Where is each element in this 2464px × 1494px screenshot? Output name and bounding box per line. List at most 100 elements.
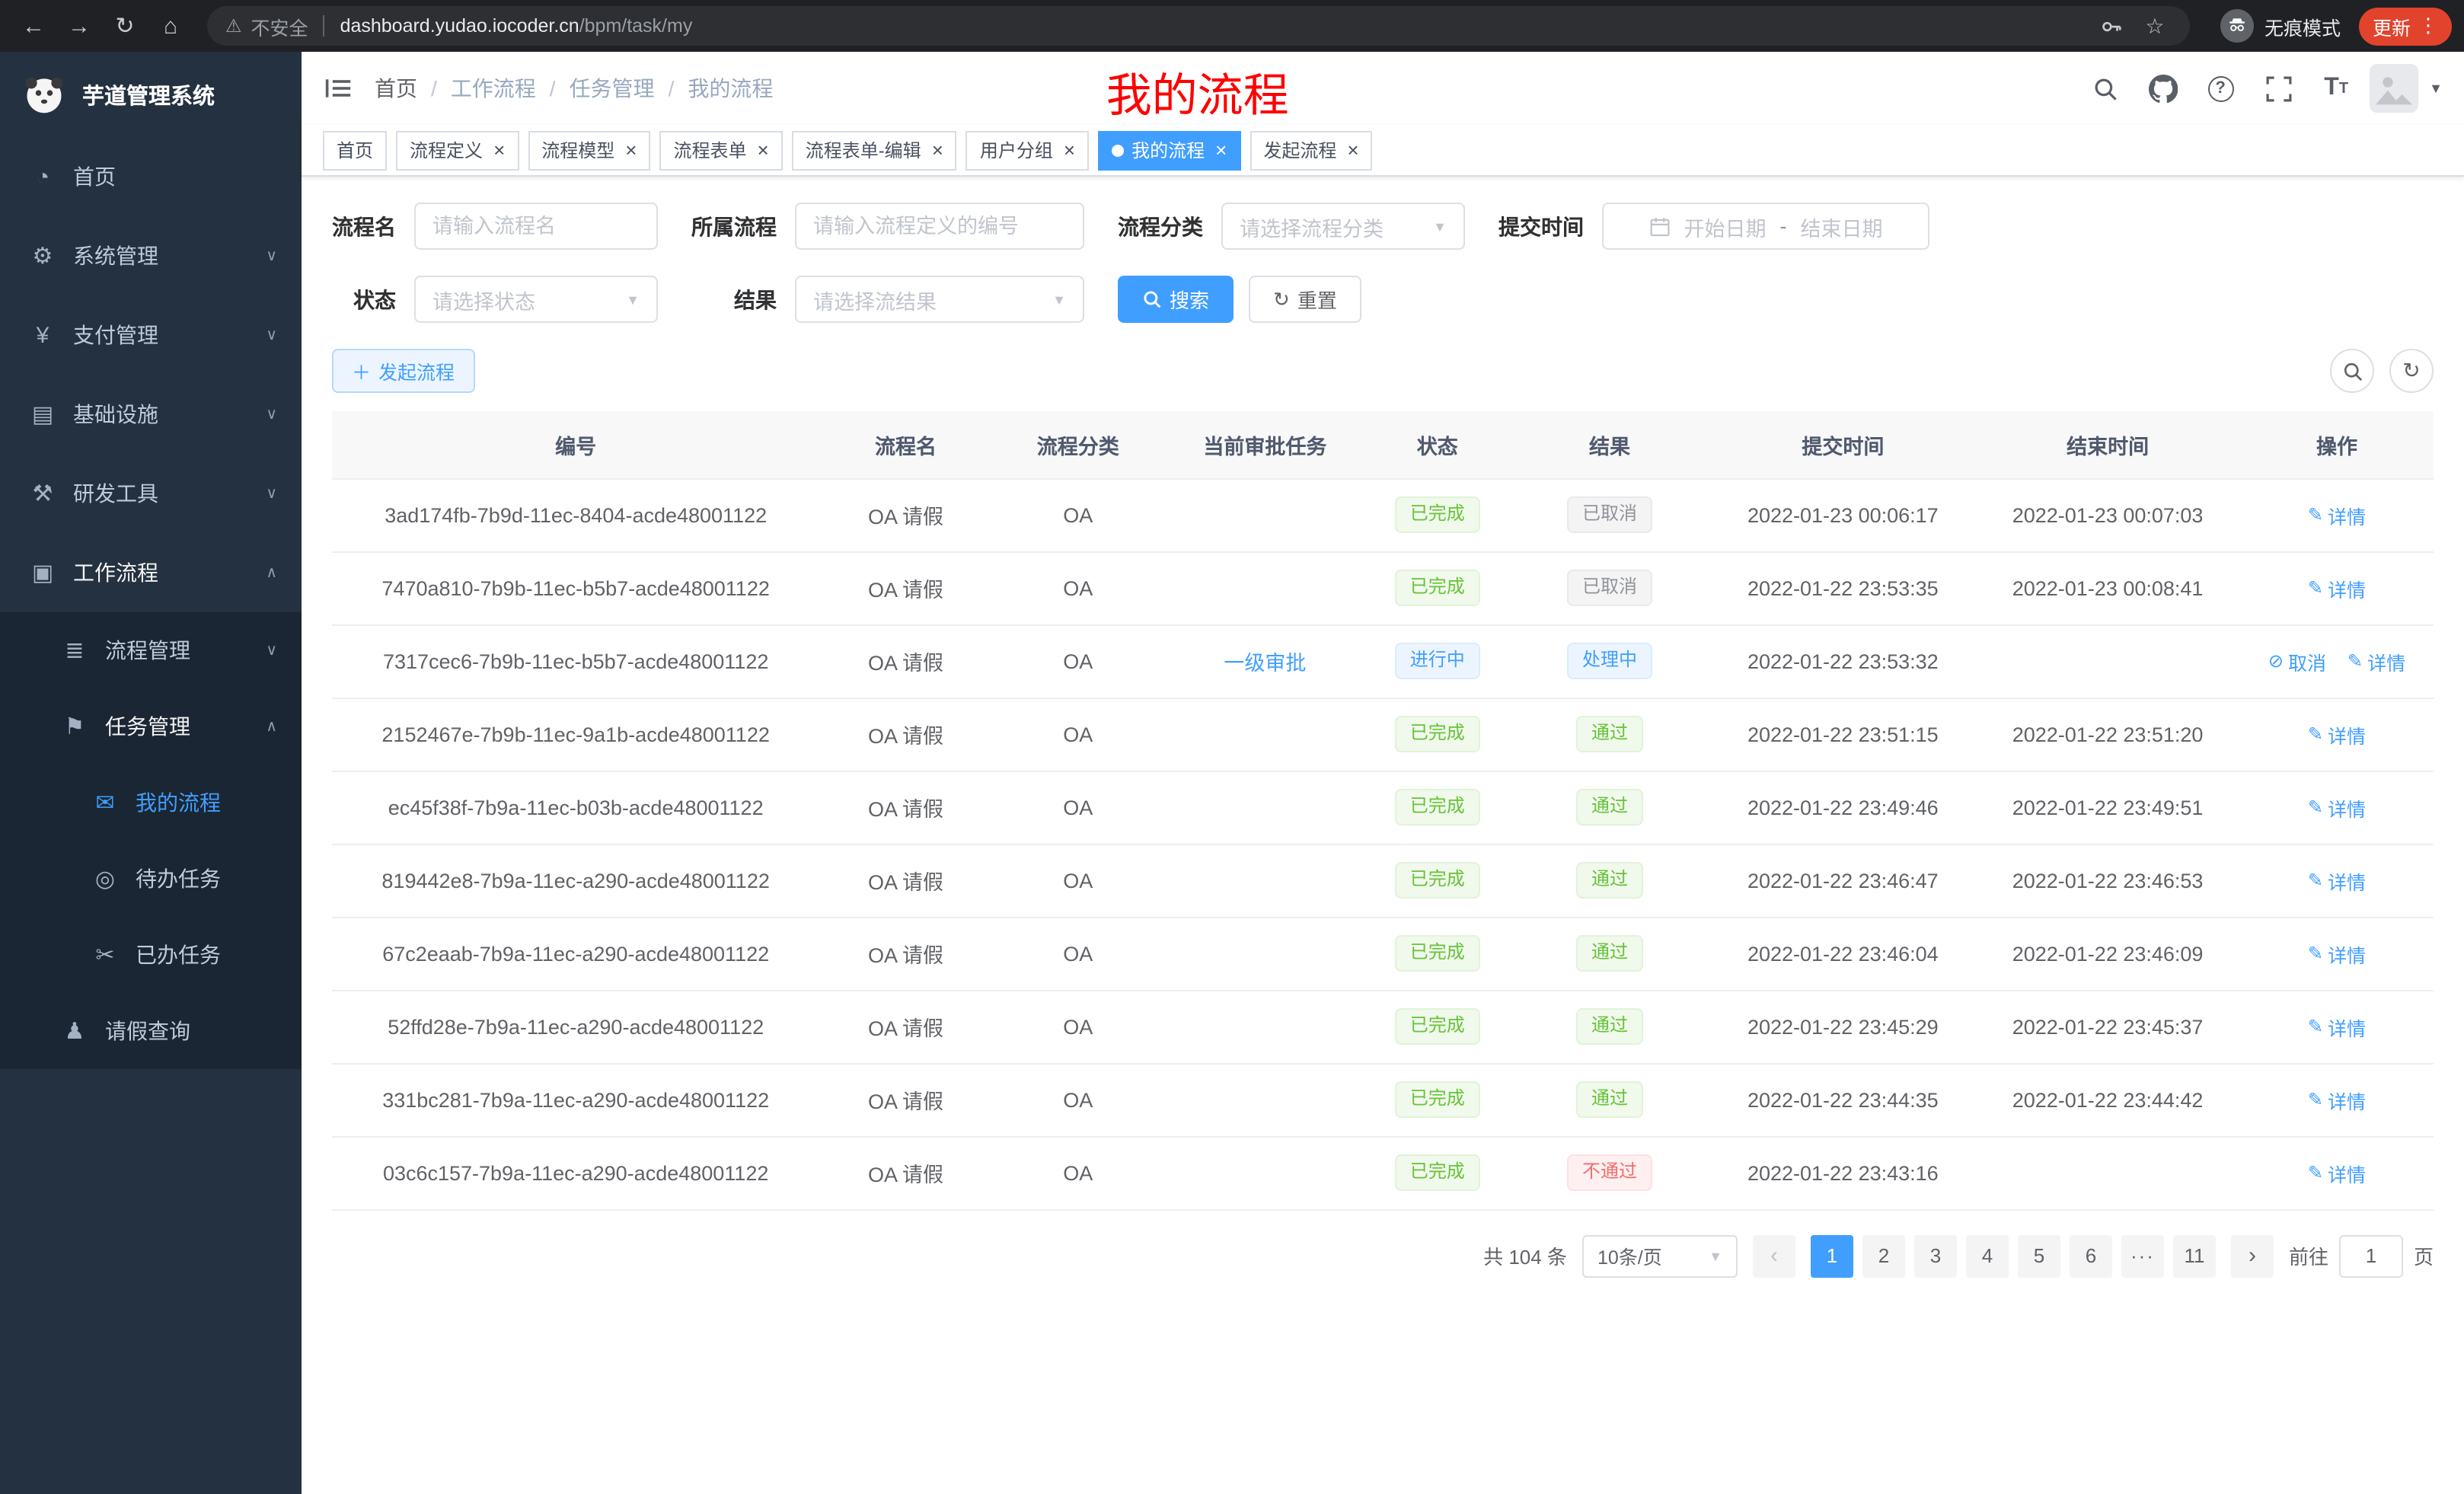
logo[interactable]: 芋道管理系统 — [0, 52, 302, 137]
parent-process-input[interactable] — [795, 203, 1084, 250]
detail-action[interactable]: ✎详情 — [2308, 573, 2366, 602]
sidebar-item-done-tasks[interactable]: ✂ 已办任务 — [0, 917, 302, 993]
avatar[interactable] — [2370, 64, 2418, 113]
page-button[interactable]: 6 — [2070, 1234, 2112, 1277]
tab-close-icon[interactable]: × — [1347, 140, 1358, 160]
tab-close-icon[interactable]: × — [493, 140, 505, 160]
key-icon[interactable] — [2095, 14, 2129, 37]
search-button[interactable]: 搜索 — [1118, 276, 1234, 323]
page-button[interactable]: 2 — [1862, 1234, 1905, 1277]
sidebar-item-workflow[interactable]: ▣ 工作流程 ∧ — [0, 533, 302, 612]
sidebar-fold-icon[interactable] — [302, 52, 375, 125]
status-select[interactable]: 请选择状态 ▼ — [414, 276, 658, 323]
cell-actions: ✎详情 — [2240, 844, 2434, 917]
detail-action[interactable]: ✎详情 — [2308, 939, 2366, 968]
tab-close-icon[interactable]: × — [932, 140, 943, 160]
back-button[interactable]: ← — [12, 5, 55, 47]
sidebar-item-infra[interactable]: ▤ 基础设施 ∨ — [0, 375, 302, 454]
sidebar-item-my-process[interactable]: ✉ 我的流程 — [0, 765, 302, 841]
view-tab[interactable]: 我的流程× — [1098, 130, 1240, 170]
current-task-link[interactable]: 一级审批 — [1224, 652, 1306, 675]
next-page-button[interactable]: › — [2231, 1234, 2274, 1277]
submit-time-range[interactable]: 开始日期 - 结束日期 — [1602, 203, 1929, 250]
sidebar-item-devtools[interactable]: ⚒ 研发工具 ∨ — [0, 454, 302, 533]
column-header: 提交时间 — [1710, 411, 1975, 478]
search-icon[interactable] — [2080, 62, 2129, 114]
page-button[interactable]: 4 — [1966, 1234, 2009, 1277]
chevron-down-icon[interactable]: ▼ — [2429, 81, 2443, 96]
view-tab[interactable]: 发起流程× — [1250, 130, 1372, 170]
breadcrumb-item[interactable]: 工作流程 — [451, 73, 536, 104]
page-button[interactable]: 11 — [2173, 1234, 2216, 1277]
tab-close-icon[interactable]: × — [758, 140, 769, 160]
detail-action[interactable]: ✎详情 — [2308, 1085, 2366, 1114]
page-button[interactable]: 1 — [1811, 1234, 1853, 1277]
detail-action[interactable]: ✎详情 — [2308, 1012, 2366, 1041]
prev-page-button[interactable]: ‹ — [1753, 1234, 1795, 1277]
start-date-placeholder[interactable]: 开始日期 — [1684, 211, 1767, 241]
toggle-search-icon[interactable] — [2330, 349, 2374, 393]
process-name-input[interactable] — [414, 203, 658, 250]
cell-id: 7317cec6-7b9b-11ec-b5b7-acde48001122 — [332, 624, 819, 698]
cell-current-task — [1164, 917, 1366, 990]
sidebar-item-system[interactable]: ⚙ 系统管理 ∨ — [0, 216, 302, 295]
sidebar-item-todo-tasks[interactable]: ◎ 待办任务 — [0, 841, 302, 917]
detail-action[interactable]: ✎详情 — [2348, 646, 2405, 675]
view-tab[interactable]: 流程模型× — [528, 130, 650, 170]
view-tab[interactable]: 流程定义× — [396, 130, 519, 170]
page-button[interactable]: 5 — [2018, 1234, 2060, 1277]
sidebar-item-payment[interactable]: ¥ 支付管理 ∨ — [0, 295, 302, 375]
sidebar-item-leave-query[interactable]: ♟ 请假查询 — [0, 993, 302, 1069]
result-tag: 通过 — [1576, 1009, 1643, 1044]
page-button[interactable]: 3 — [1914, 1234, 1957, 1277]
bookmark-star-icon[interactable]: ☆ — [2138, 13, 2172, 39]
refresh-icon[interactable]: ↻ — [2389, 349, 2434, 393]
reset-button[interactable]: ↻ 重置 — [1249, 276, 1361, 323]
column-header: 流程名 — [819, 411, 991, 478]
sidebar-item-task-mgmt[interactable]: ⚑ 任务管理 ∧ — [0, 688, 302, 765]
sidebar-item-label: 任务管理 — [105, 711, 190, 742]
cell-current-task — [1164, 478, 1366, 551]
cancel-action[interactable]: ⊘取消 — [2268, 646, 2326, 675]
breadcrumb-item[interactable]: 首页 — [375, 73, 417, 104]
sidebar-item-process-mgmt[interactable]: ≣ 流程管理 ∨ — [0, 612, 302, 688]
update-button[interactable]: 更新 ⋮ — [2359, 7, 2452, 45]
view-tab[interactable]: 流程表单-编辑× — [792, 130, 957, 170]
cell-category: OA — [992, 478, 1164, 551]
result-select[interactable]: 请选择流结果 ▼ — [795, 276, 1084, 323]
tab-close-icon[interactable]: × — [1064, 140, 1075, 160]
view-tab[interactable]: 首页 — [323, 130, 387, 170]
cell-status: 已完成 — [1366, 1136, 1509, 1209]
sidebar-item-home[interactable]: ◔ 首页 — [0, 137, 302, 216]
view-tab[interactable]: 用户分组× — [966, 130, 1089, 170]
app-title: 芋道管理系统 — [82, 78, 215, 110]
forward-button[interactable]: → — [58, 5, 101, 47]
github-icon[interactable] — [2138, 62, 2187, 114]
pager-ellipsis[interactable]: ··· — [2121, 1234, 2164, 1277]
page-size-select[interactable]: 10条/页 ▼ — [1582, 1234, 1738, 1277]
gear-icon: ⚙ — [29, 242, 56, 270]
total-count: 共 104 条 — [1483, 1241, 1567, 1270]
cell-actions: ✎详情 — [2240, 1136, 2434, 1209]
create-process-button[interactable]: ＋ 发起流程 — [332, 349, 474, 393]
detail-action[interactable]: ✎详情 — [2308, 1158, 2366, 1187]
help-icon[interactable]: ? — [2196, 62, 2245, 114]
fullscreen-icon[interactable] — [2254, 62, 2303, 114]
detail-action[interactable]: ✎详情 — [2308, 720, 2366, 749]
cell-submit-time: 2022-01-22 23:53:32 — [1710, 624, 1975, 698]
detail-action[interactable]: ✎详情 — [2308, 500, 2366, 529]
category-select[interactable]: 请选择流程分类 ▼ — [1221, 203, 1465, 250]
detail-action[interactable]: ✎详情 — [2308, 866, 2366, 895]
breadcrumb-item[interactable]: 任务管理 — [570, 73, 655, 104]
address-bar[interactable]: ⚠ 不安全 dashboard.yudao.iocoder.cn/bpm/tas… — [207, 6, 2190, 46]
view-tab[interactable]: 流程表单× — [659, 130, 782, 170]
tab-close-icon[interactable]: × — [625, 140, 637, 160]
home-button[interactable]: ⌂ — [149, 5, 192, 47]
tab-close-icon[interactable]: × — [1215, 140, 1227, 160]
detail-action[interactable]: ✎详情 — [2308, 793, 2366, 822]
goto-page-input[interactable] — [2339, 1234, 2403, 1277]
font-size-icon[interactable]: TT — [2312, 62, 2360, 114]
status-tag: 已完成 — [1395, 570, 1480, 605]
reload-button[interactable]: ↻ — [104, 5, 146, 47]
end-date-placeholder[interactable]: 结束日期 — [1801, 211, 1883, 241]
